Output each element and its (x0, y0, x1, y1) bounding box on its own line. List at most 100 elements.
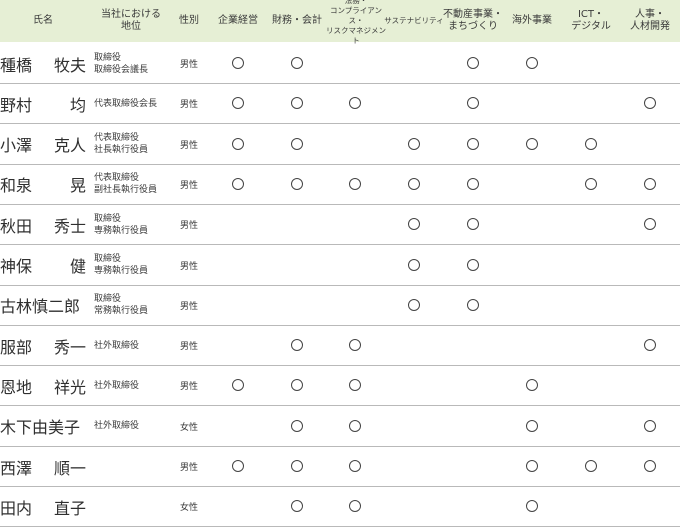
skill-circle-icon (291, 177, 303, 190)
member-name-part: 祥光 (53, 377, 86, 397)
skill-circle-icon (291, 500, 303, 513)
skill-circle-icon (291, 97, 303, 110)
skill-circle-icon (467, 97, 479, 110)
skill-circle-icon (408, 177, 420, 190)
member-name-part: 和泉 (0, 176, 33, 196)
member-name-part: 晃 (69, 176, 86, 196)
header-title: 当社における 地位 (101, 9, 161, 32)
member-position-line: 取締役 (94, 254, 122, 264)
member-position: 取締役 専務執行役員 (94, 205, 180, 244)
member-position-line: 社外取締役 (94, 421, 140, 432)
member-gender: 男性 (179, 301, 198, 312)
skill-circle-icon (585, 460, 597, 472)
member-position-line: 専務執行役員 (94, 266, 149, 276)
member-position: 社外取締役 (94, 366, 180, 405)
skill-circle-icon (232, 137, 244, 150)
skill-circle-icon (526, 379, 538, 392)
member-position: 社外取締役 (94, 407, 180, 446)
member-position-line: 代表取締役 (94, 133, 140, 144)
skill-circle-icon (408, 137, 420, 150)
skill-circle-icon (644, 97, 656, 110)
member-name-part: 神保 (0, 257, 33, 276)
member-gender: 男性 (179, 60, 198, 70)
skill-circle-icon (585, 177, 597, 190)
skill-circle-icon (349, 97, 361, 110)
skill-circle-icon (526, 57, 538, 69)
skill-circle-icon (349, 177, 361, 190)
member-name-part: 直子 (53, 498, 86, 518)
skill-circle-icon (408, 258, 420, 271)
member-position (94, 487, 180, 526)
member-gender: 男性 (179, 463, 198, 473)
member-name-part: 田内 (0, 498, 33, 518)
header-skill-legal: 法務・ コンプライアンス・ リスクマネジメント (326, 0, 386, 45)
skill-circle-icon (349, 379, 361, 392)
member-position-line: 代表取締役会長 (94, 98, 158, 109)
skill-circle-icon (291, 57, 303, 69)
member-gender: 女性 (179, 503, 198, 514)
skill-circle-icon (291, 339, 303, 352)
skill-circle-icon (349, 419, 361, 432)
member-name-part: 均 (69, 95, 86, 115)
skills-matrix-table: 氏名 当社における 地位 性別 企業経営 財務・会計 法務・ コンプライアンス・… (0, 0, 680, 528)
member-position: 代表取締役会長 (94, 84, 180, 123)
member-name-part: 秋田 (0, 216, 33, 236)
member-position: 社外取締役 (94, 326, 180, 365)
member-name-part: 秀一 (53, 337, 86, 357)
skill-circle-icon (232, 57, 244, 69)
member-name-part: 秀士 (53, 216, 86, 236)
table-row: 秋田 秀士 取締役 専務執行役員 男性 (0, 205, 680, 246)
skill-circle-icon (467, 298, 479, 311)
member-gender: 男性 (179, 382, 198, 393)
table-row: 木下由美子 社外取締役 女性 (0, 407, 680, 447)
member-position: 代表取締役 副社長執行役員 (94, 165, 180, 204)
skill-circle-icon (526, 419, 538, 432)
member-position-line: 社長執行役員 (94, 145, 149, 156)
member-name: 種橋 牧夫 (0, 44, 86, 83)
skill-circle-icon (467, 137, 479, 150)
member-gender: 男性 (179, 261, 198, 272)
skill-circle-icon (644, 218, 656, 231)
table-row: 古林慎二郎 取締役 常務執行役員 男性 (0, 286, 680, 326)
member-name: 古林慎二郎 (0, 286, 86, 325)
member-name: 服部 秀一 (0, 326, 86, 365)
member-name: 野村 均 (0, 84, 86, 123)
header-skill-hr: 人事・ 人材開発 (630, 9, 670, 32)
member-position-line: 取締役 (94, 294, 122, 305)
header-skill-finance: 財務・会計 (272, 15, 322, 26)
skill-circle-icon (232, 460, 244, 472)
skill-circle-icon (644, 339, 656, 352)
member-position: 取締役 取締役会議長 (94, 44, 180, 83)
member-position-line: 取締役 (94, 213, 122, 224)
member-gender: 男性 (179, 140, 198, 151)
member-position-line: 社外取締役 (94, 340, 140, 351)
member-name-part: 小澤 (0, 136, 33, 156)
member-position-line: 社外取締役 (94, 380, 140, 391)
member-gender: 男性 (179, 221, 198, 232)
skill-circle-icon (467, 177, 479, 190)
skill-circle-icon (526, 500, 538, 513)
member-name-part: 古林慎二郎 (0, 297, 81, 317)
skill-circle-icon (232, 97, 244, 110)
table-row: 小澤 克人 代表取締役 社長執行役員 男性 (0, 125, 680, 165)
member-name: 西澤 順一 (0, 447, 86, 486)
member-name: 小澤 克人 (0, 125, 86, 164)
skill-circle-icon (349, 339, 361, 352)
member-name-part: 健 (69, 257, 86, 276)
member-position-line: 副社長執行役員 (94, 185, 158, 196)
member-position (94, 447, 180, 486)
member-gender: 男性 (179, 100, 198, 111)
member-position-line: 常務執行役員 (94, 306, 149, 317)
skill-circle-icon (408, 218, 420, 231)
skill-circle-icon (644, 460, 656, 472)
member-name-part: 克人 (53, 136, 86, 156)
table-row: 種橋 牧夫 取締役 取締役会議長 男性 (0, 44, 680, 84)
table-row: 恩地 祥光 社外取締役 男性 (0, 366, 680, 407)
skill-circle-icon (585, 137, 597, 150)
member-name: 和泉 晃 (0, 165, 86, 204)
skill-circle-icon (467, 218, 479, 231)
skill-circle-icon (526, 137, 538, 150)
skill-circle-icon (526, 460, 538, 472)
member-gender: 男性 (179, 342, 198, 353)
header-skill-ict: ICT・ デジタル (571, 9, 611, 32)
